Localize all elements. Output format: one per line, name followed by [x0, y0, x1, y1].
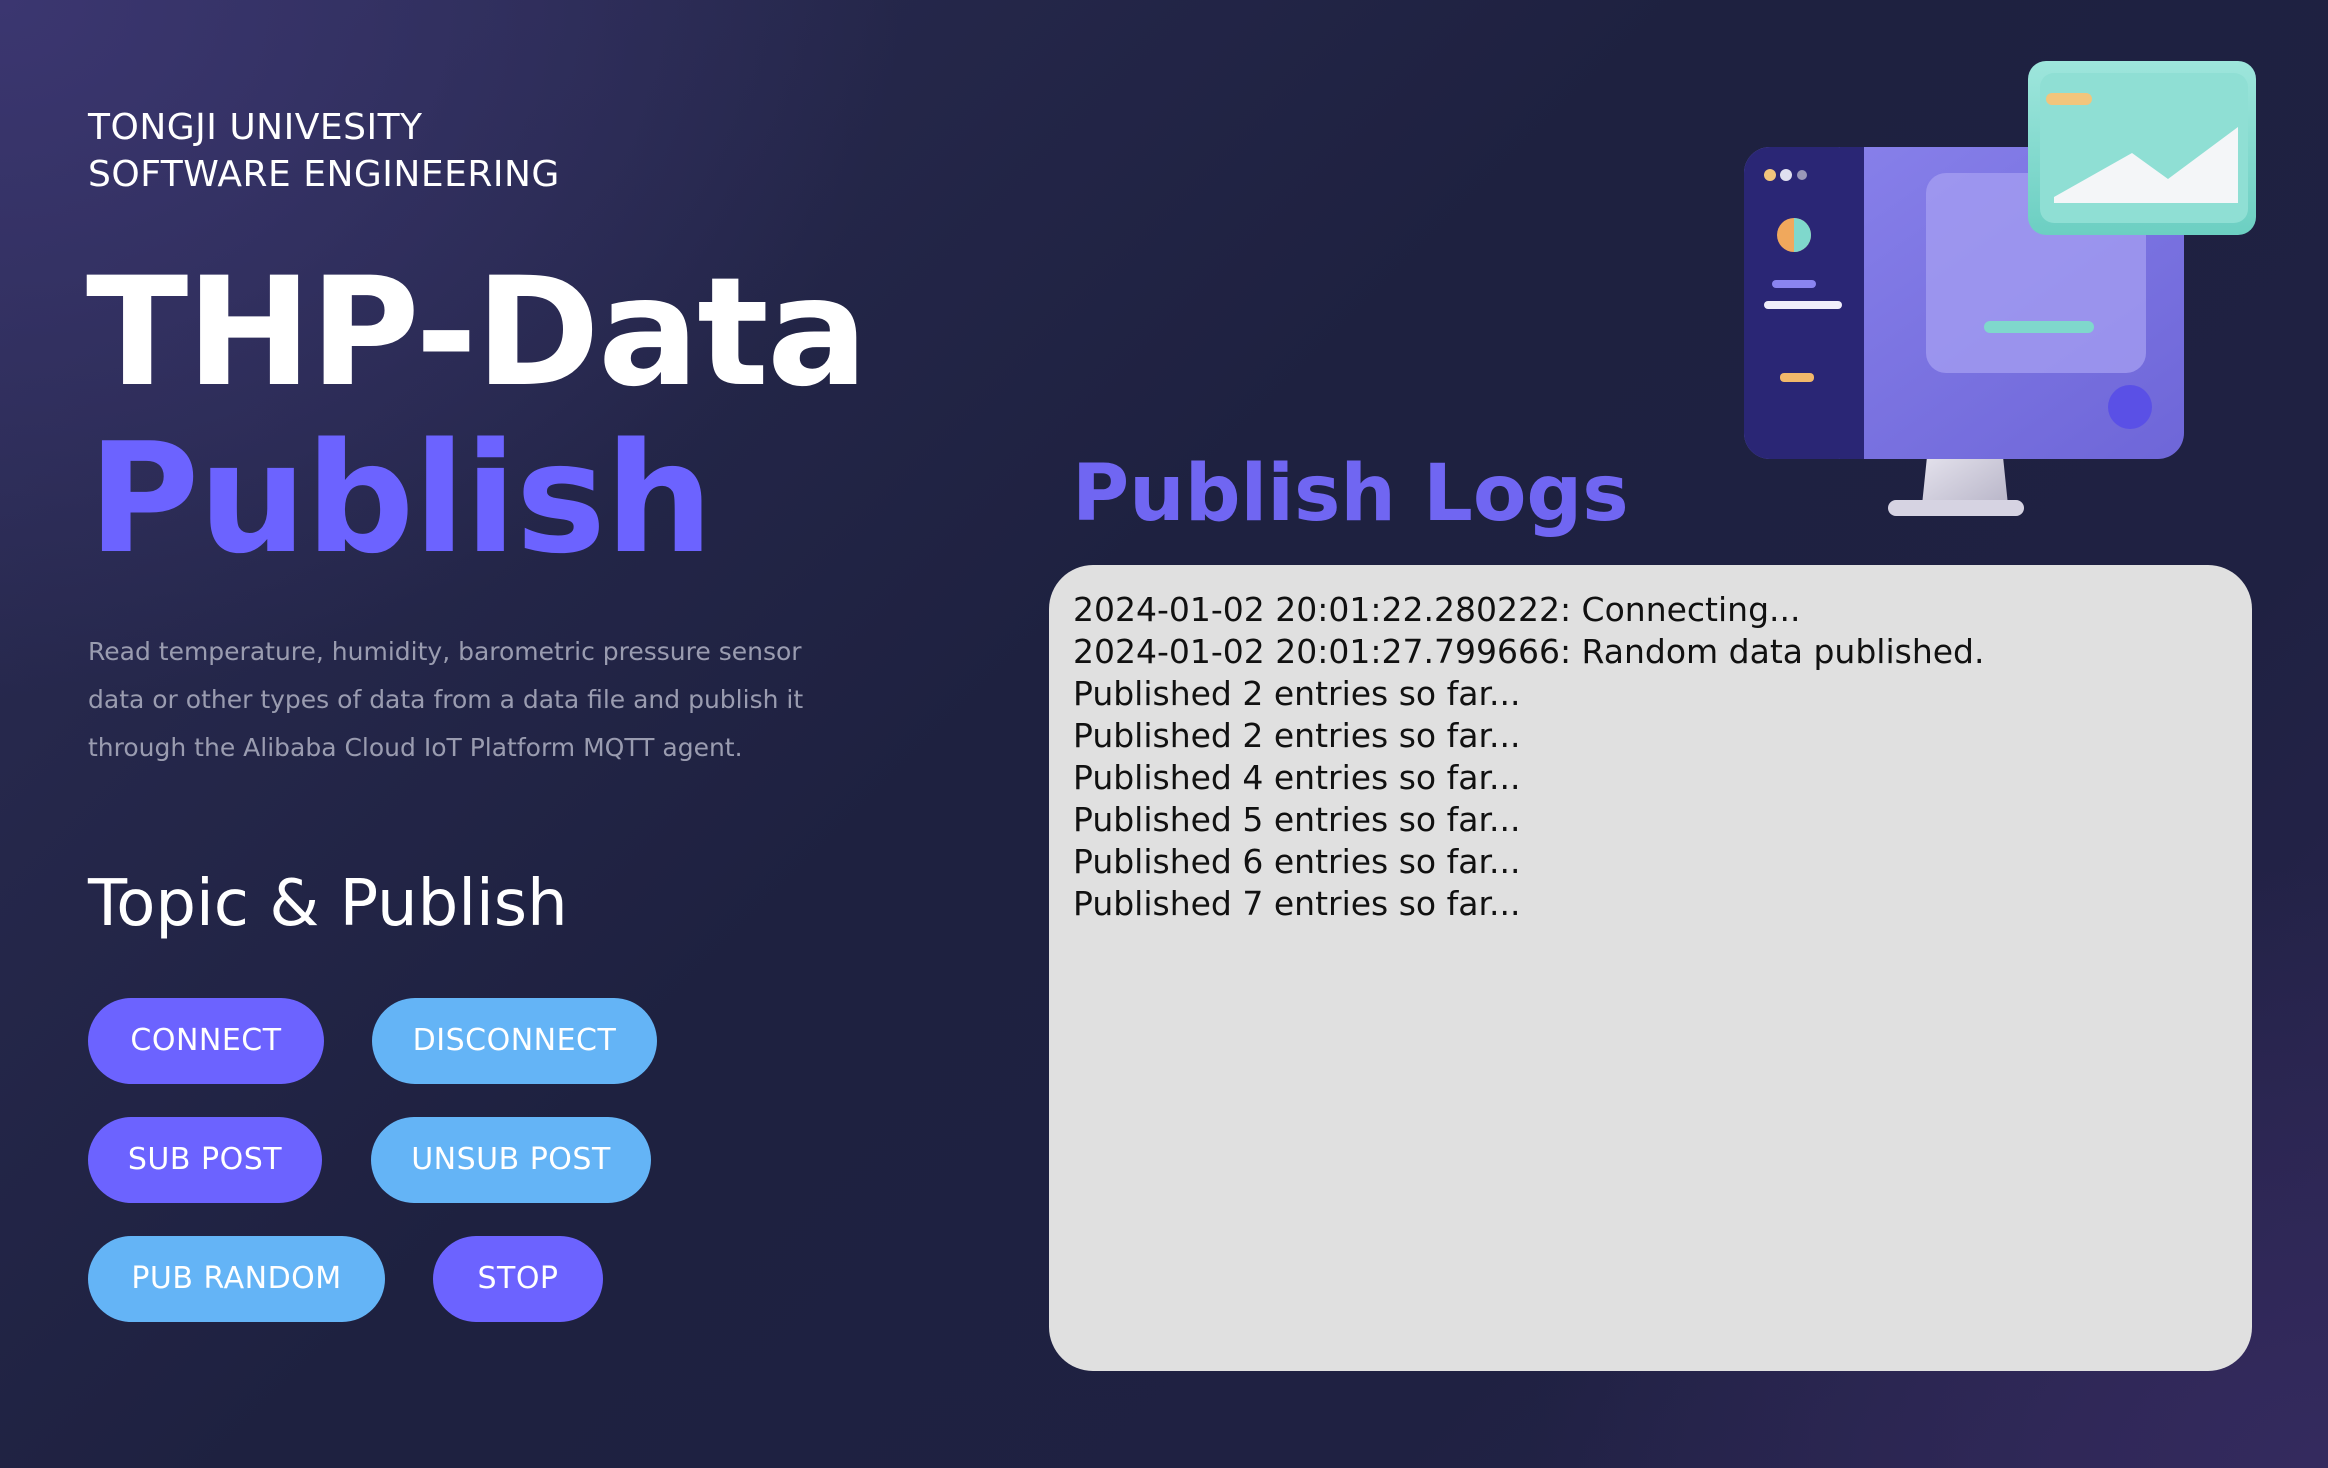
log-line: Published 6 entries so far... — [1073, 842, 1521, 881]
pub-random-button[interactable]: PUB RANDOM — [88, 1236, 385, 1322]
log-line: Published 5 entries so far... — [1073, 800, 1521, 839]
log-line: 2024-01-02 20:01:27.799666: Random data … — [1073, 632, 1985, 671]
logs-heading: Publish Logs — [1072, 449, 1629, 539]
log-panel[interactable]: 2024-01-02 20:01:22.280222: Connecting..… — [1049, 565, 2252, 1371]
page-title: THP-Data — [86, 246, 868, 420]
controls-heading: Topic & Publish — [88, 867, 568, 941]
monitor-illustration-icon — [1744, 61, 2256, 516]
sub-post-button[interactable]: SUB POST — [88, 1117, 322, 1203]
app-description: Read temperature, humidity, barometric p… — [88, 637, 804, 762]
log-line: Published 2 entries so far... — [1073, 674, 1521, 713]
log-line: Published 2 entries so far... — [1073, 716, 1521, 755]
page-subtitle: Publish — [88, 410, 713, 587]
log-line: Published 4 entries so far... — [1073, 758, 1521, 797]
log-line: Published 7 entries so far... — [1073, 884, 1521, 923]
log-line: 2024-01-02 20:01:22.280222: Connecting..… — [1073, 590, 1801, 629]
institution-name: TONGJI UNIVESITY SOFTWARE ENGINEERING — [88, 104, 560, 198]
unsub-post-button[interactable]: UNSUB POST — [371, 1117, 651, 1203]
disconnect-button[interactable]: DISCONNECT — [372, 998, 657, 1084]
stop-button[interactable]: STOP — [433, 1236, 603, 1322]
institution-line-2: SOFTWARE ENGINEERING — [88, 154, 560, 195]
connect-button[interactable]: CONNECT — [88, 998, 324, 1084]
institution-line-1: TONGJI UNIVESITY — [88, 107, 423, 148]
